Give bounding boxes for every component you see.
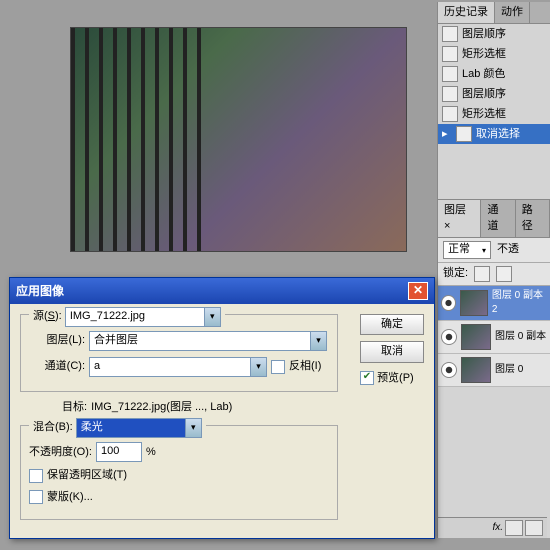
blend-bar: 正常 ▾ 不透 [438, 238, 550, 263]
layer-row[interactable]: 图层 0 副本 [438, 321, 550, 354]
blend-fieldset: 混合(B): 柔光▾ 不透明度(O): 100 % 保留透明区域(T) 蒙版(K… [20, 425, 338, 520]
channel-row: 通道(C): a▾ 反相(I) [29, 357, 329, 377]
opacity-field-label: 不透明度(O): [29, 445, 92, 460]
layer-order-icon [442, 86, 458, 102]
panels-dock: 历史记录 动作 图层顺序 矩形选框 Lab 颜色 图层顺序 矩形选框 ▸ 取消选择… [437, 2, 550, 538]
opacity-input[interactable]: 100 [96, 442, 142, 462]
layers-panel: 正常 ▾ 不透 锁定: 图层 0 副本 2 图层 0 副本 图层 0 [438, 238, 550, 387]
layers-footer: fx. [438, 517, 547, 538]
chevron-down-icon[interactable]: ▾ [186, 418, 202, 438]
visibility-icon[interactable] [441, 362, 457, 378]
history-item[interactable]: 矩形选框 [438, 104, 550, 124]
tab-actions[interactable]: 动作 [495, 2, 530, 23]
mask-icon[interactable] [505, 520, 523, 536]
layer-field-label: 图层(L): [29, 333, 85, 348]
lab-color-icon [442, 66, 458, 82]
history-list: 图层顺序 矩形选框 Lab 颜色 图层顺序 矩形选框 ▸ 取消选择 [438, 24, 550, 200]
lock-bar: 锁定: [438, 263, 550, 286]
opacity-label: 不透 [497, 242, 519, 257]
blend-mode-select[interactable]: 正常 ▾ [443, 241, 491, 259]
target-row: 目标: IMG_71222.jpg(图层 ..., Lab) [62, 400, 424, 415]
opacity-row: 不透明度(O): 100 % [29, 442, 329, 462]
marquee-icon [442, 46, 458, 62]
preserve-row: 保留透明区域(T) [29, 468, 329, 483]
tab-history[interactable]: 历史记录 [438, 2, 495, 23]
pointer-icon: ▸ [442, 127, 452, 142]
cancel-button[interactable]: 取消 [360, 341, 424, 362]
history-tabs: 历史记录 动作 [438, 2, 550, 24]
deselect-icon [456, 126, 472, 142]
layer-name: 图层 0 副本 [495, 330, 546, 344]
history-item[interactable]: 图层顺序 [438, 84, 550, 104]
chevron-down-icon: ▾ [482, 245, 486, 256]
layer-row-input: 图层(L): 合并图层▾ [29, 331, 329, 351]
invert-checkbox[interactable] [271, 360, 285, 374]
layer-row-selected[interactable]: 图层 0 副本 2 [438, 286, 550, 321]
layer-thumbnail [460, 290, 488, 316]
target-value: IMG_71222.jpg(图层 ..., Lab) [91, 400, 232, 415]
preview-row[interactable]: ✔ 预览(P) [360, 371, 424, 386]
preserve-checkbox[interactable] [29, 469, 43, 483]
history-item[interactable]: 图层顺序 [438, 24, 550, 44]
channel-field-label: 通道(C): [29, 359, 85, 374]
visibility-icon[interactable] [441, 295, 456, 311]
blend-select[interactable]: 柔光 [76, 418, 186, 438]
history-label: Lab 颜色 [462, 67, 505, 82]
layer-thumbnail [461, 357, 491, 383]
target-label: 目标: [62, 400, 87, 415]
chevron-down-icon[interactable]: ▾ [311, 331, 327, 351]
channel-select[interactable]: a [89, 357, 251, 377]
mask-row: 蒙版(K)... [29, 490, 329, 505]
fx-icon[interactable]: fx. [492, 521, 503, 535]
chevron-down-icon[interactable]: ▾ [251, 357, 267, 377]
preview-checkbox[interactable]: ✔ [360, 371, 374, 385]
preserve-label: 保留透明区域(T) [47, 468, 127, 483]
history-label: 图层顺序 [462, 27, 506, 42]
source-select[interactable]: IMG_71222.jpg [65, 307, 205, 327]
blend-legend: 混合(B): 柔光▾ [29, 418, 206, 438]
layer-select[interactable]: 合并图层 [89, 331, 311, 351]
marquee-icon [442, 106, 458, 122]
invert-label: 反相(I) [289, 359, 321, 374]
source-fieldset: 源(S): IMG_71222.jpg▾ 图层(L): 合并图层▾ 通道(C):… [20, 314, 338, 392]
close-icon[interactable]: ✕ [408, 282, 428, 300]
lock-pixels-icon[interactable] [474, 266, 490, 282]
layer-name: 图层 0 [495, 363, 523, 377]
blend-mode-value: 正常 [448, 242, 470, 257]
tab-layers[interactable]: 图层 × [438, 200, 481, 237]
layer-thumbnail [461, 324, 491, 350]
history-label: 取消选择 [476, 127, 520, 142]
layer-order-icon [442, 26, 458, 42]
layer-name: 图层 0 副本 2 [492, 289, 547, 317]
history-item[interactable]: Lab 颜色 [438, 64, 550, 84]
apply-image-dialog: 应用图像 ✕ 确定 取消 ✔ 预览(P) 源(S): IMG_71222.jpg… [9, 277, 435, 539]
dialog-titlebar[interactable]: 应用图像 ✕ [10, 278, 434, 304]
dialog-body: 确定 取消 ✔ 预览(P) 源(S): IMG_71222.jpg▾ 图层(L)… [10, 304, 434, 538]
mask-checkbox[interactable] [29, 490, 43, 504]
chevron-down-icon[interactable]: ▾ [205, 307, 221, 327]
history-label: 矩形选框 [462, 107, 506, 122]
dialog-side-buttons: 确定 取消 ✔ 预览(P) [360, 314, 424, 386]
tab-paths[interactable]: 路径 [516, 200, 550, 237]
mask-label: 蒙版(K)... [47, 490, 93, 505]
lock-label: 锁定: [443, 266, 468, 281]
canvas-image [70, 27, 407, 252]
dialog-title: 应用图像 [16, 283, 64, 300]
history-item[interactable]: 矩形选框 [438, 44, 550, 64]
opacity-unit: % [146, 445, 156, 460]
lock-position-icon[interactable] [496, 266, 512, 282]
preview-label: 预览(P) [377, 372, 414, 384]
history-label: 图层顺序 [462, 87, 506, 102]
ok-button[interactable]: 确定 [360, 314, 424, 335]
history-item-selected[interactable]: ▸ 取消选择 [438, 124, 550, 144]
tab-channels[interactable]: 通道 [481, 200, 515, 237]
visibility-icon[interactable] [441, 329, 457, 345]
adjustment-icon[interactable] [525, 520, 543, 536]
source-legend: 源(S): IMG_71222.jpg▾ [29, 307, 225, 327]
history-label: 矩形选框 [462, 47, 506, 62]
layer-tabs: 图层 × 通道 路径 [438, 200, 550, 238]
layer-row[interactable]: 图层 0 [438, 354, 550, 387]
